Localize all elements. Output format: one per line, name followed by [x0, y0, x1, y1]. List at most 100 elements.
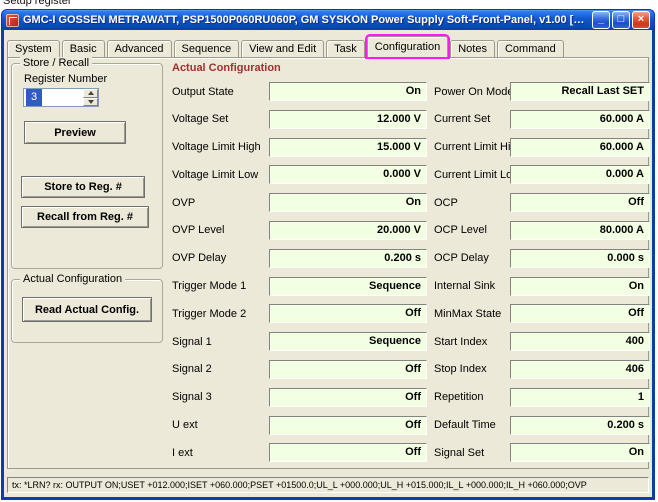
- tab[interactable]: Notes: [450, 40, 495, 57]
- store-to-register-button[interactable]: Store to Reg. #: [21, 176, 145, 198]
- field-row: Signal 2 Off: [172, 360, 427, 379]
- tab-label: Notes: [458, 43, 487, 55]
- field-label: Voltage Limit High: [172, 141, 269, 153]
- field-label: Trigger Mode 2: [172, 308, 269, 320]
- field-label: OVP Delay: [172, 252, 269, 264]
- field-row: Voltage Limit Low 0.000 V: [172, 165, 427, 184]
- field-label: MinMax State: [434, 308, 510, 320]
- app-window: GMC-I GOSSEN METRAWATT, PSP1500P060RU060…: [1, 9, 655, 500]
- field-row: Power On Mode Recall Last SET: [434, 82, 650, 101]
- field-label: Voltage Set: [172, 113, 269, 125]
- read-actual-config-button[interactable]: Read Actual Config.: [22, 297, 152, 322]
- tab[interactable]: Task: [326, 40, 365, 57]
- field-value: Off: [269, 360, 427, 379]
- window-client-area: System Basic Advanced Sequence View and …: [1, 30, 655, 500]
- preview-button[interactable]: Preview: [24, 121, 126, 144]
- tab[interactable]: Sequence: [174, 40, 240, 57]
- field-label: Signal 1: [172, 336, 269, 348]
- field-value: Recall Last SET: [510, 82, 650, 101]
- recall-from-register-button[interactable]: Recall from Reg. #: [21, 206, 149, 228]
- status-bar: tx: *LRN? rx: OUTPUT ON;USET +012.000;IS…: [7, 477, 649, 493]
- field-row: Output State On: [172, 82, 427, 101]
- field-label: Repetition: [434, 391, 510, 403]
- field-value: 15.000 V: [269, 138, 427, 157]
- field-row: Default Time 0.200 s: [434, 416, 650, 435]
- app-icon[interactable]: [6, 14, 19, 27]
- field-value: Off: [269, 416, 427, 435]
- field-label: Power On Mode: [434, 86, 510, 98]
- field-row: Trigger Mode 1 Sequence: [172, 277, 427, 296]
- field-label: I ext: [172, 447, 269, 459]
- tab[interactable]: View and Edit: [241, 40, 324, 57]
- field-label: Current Set: [434, 113, 510, 125]
- actual-configuration-group-label: Actual Configuration: [20, 273, 125, 285]
- field-label: Voltage Limit Low: [172, 169, 269, 181]
- close-button[interactable]: ×: [632, 11, 650, 29]
- field-value: 0.000 V: [269, 165, 427, 184]
- field-row: OVP Level 20.000 V: [172, 221, 427, 240]
- register-number-spin-buttons: [83, 89, 98, 106]
- tab[interactable]: Basic: [62, 40, 105, 57]
- field-row: OCP Off: [434, 193, 650, 212]
- field-value: 12.000 V: [269, 110, 427, 129]
- tab-label: Basic: [70, 43, 97, 55]
- maximize-button[interactable]: □: [612, 11, 630, 29]
- tab-label: View and Edit: [249, 43, 316, 55]
- field-row: OCP Level 80.000 A: [434, 221, 650, 240]
- spinner-down-button[interactable]: [83, 98, 98, 107]
- field-row: Trigger Mode 2 Off: [172, 304, 427, 323]
- field-value: 406: [510, 360, 650, 379]
- field-label: Start Index: [434, 336, 510, 348]
- field-value: 80.000 A: [510, 221, 650, 240]
- tab-label: System: [15, 43, 52, 55]
- field-row: Internal Sink On: [434, 277, 650, 296]
- field-row: Current Set 60.000 A: [434, 110, 650, 129]
- right-field-column: Power On Mode Recall Last SET Current Se…: [434, 82, 650, 462]
- chevron-up-icon: [88, 91, 94, 95]
- tab-label: Sequence: [182, 43, 232, 55]
- page-caption: Setup register: [3, 0, 71, 9]
- register-number-value[interactable]: 3: [24, 89, 83, 106]
- field-value: 0.000 A: [510, 165, 650, 184]
- tab[interactable]: System: [7, 40, 60, 57]
- spinner-up-button[interactable]: [83, 89, 98, 98]
- tab[interactable]: Advanced: [107, 40, 172, 57]
- field-value: On: [510, 277, 650, 296]
- register-number-selected-text: 3: [26, 89, 42, 106]
- minimize-button[interactable]: _: [592, 11, 610, 29]
- field-row: Repetition 1: [434, 388, 650, 407]
- tab[interactable]: Command: [497, 40, 564, 57]
- field-value: 20.000 V: [269, 221, 427, 240]
- field-row: Stop Index 406: [434, 360, 650, 379]
- field-row: Signal 3 Off: [172, 388, 427, 407]
- tab-label: Configuration: [375, 41, 440, 53]
- field-value: Off: [269, 388, 427, 407]
- field-label: Current Limit Low: [434, 169, 510, 181]
- field-value: Off: [269, 443, 427, 462]
- actual-configuration-group: Actual Configuration Read Actual Config.: [11, 279, 163, 343]
- field-label: U ext: [172, 419, 269, 431]
- field-row: OVP On: [172, 193, 427, 212]
- field-row: U ext Off: [172, 416, 427, 435]
- window-controls: _ □ ×: [592, 11, 650, 29]
- tab-label: Command: [505, 43, 556, 55]
- tab[interactable]: Configuration: [367, 36, 448, 57]
- field-value: On: [510, 443, 650, 462]
- store-recall-group-label: Store / Recall: [20, 57, 92, 69]
- tab-label: Task: [334, 43, 357, 55]
- field-row: Voltage Limit High 15.000 V: [172, 138, 427, 157]
- field-label: Current Limit High: [434, 141, 510, 153]
- field-value: Sequence: [269, 277, 427, 296]
- title-bar[interactable]: GMC-I GOSSEN METRAWATT, PSP1500P060RU060…: [1, 9, 655, 30]
- field-value: 60.000 A: [510, 110, 650, 129]
- field-label: OVP: [172, 197, 269, 209]
- field-label: OCP: [434, 197, 510, 209]
- register-number-label: Register Number: [24, 73, 107, 85]
- register-number-stepper[interactable]: 3: [23, 88, 99, 107]
- field-row: MinMax State Off: [434, 304, 650, 323]
- field-value: 60.000 A: [510, 138, 650, 157]
- page-caption-text: Setup register: [3, 0, 71, 8]
- field-label: OCP Level: [434, 224, 510, 236]
- field-label: Signal Set: [434, 447, 510, 459]
- field-row: Current Limit High 60.000 A: [434, 138, 650, 157]
